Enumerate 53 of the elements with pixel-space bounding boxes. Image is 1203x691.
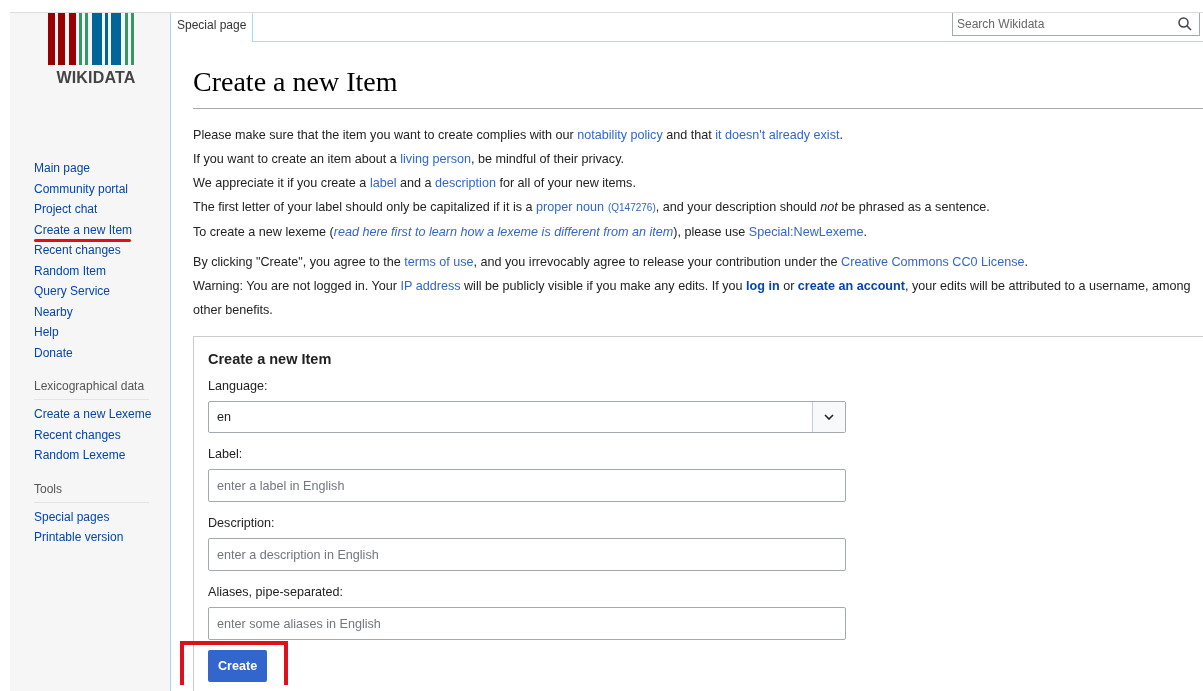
field-label: Label: [208, 447, 244, 461]
text-line: To create a new lexeme (read here first to learn how a lexeme is different from an item), please use Special:NewLexeme. [193, 224, 869, 241]
link[interactable]: label [369, 176, 397, 190]
sidebar-link[interactable]: Query Service [34, 284, 111, 298]
sidebar-link[interactable]: Create a new Lexeme [34, 407, 152, 421]
text-line: We appreciate it if you create a label and a description for all of your new items. [193, 175, 637, 192]
sidebar-link[interactable]: Recent changes [34, 243, 121, 257]
sidebar-link[interactable]: Help [34, 325, 59, 339]
sidebar-link[interactable]: Printable version [34, 530, 124, 544]
text-line: Warning: You are not logged in. Your IP address will be publicly visible if you make any edits. If you log in or create an account, your edits will be attributed to a username, among [193, 278, 1192, 295]
link[interactable]: read here first to learn how a lexeme is different from an item [333, 225, 674, 239]
link[interactable]: terms of use [404, 255, 474, 269]
input-field[interactable]: enter a description in English [208, 538, 846, 571]
sidebar-link[interactable]: Nearby [34, 304, 73, 319]
field-label: Description: [208, 516, 276, 530]
link[interactable]: IP address [400, 279, 461, 293]
create-button[interactable]: Create [208, 650, 268, 682]
sidebar-link[interactable]: Special pages [34, 509, 110, 524]
link[interactable]: Special:NewLexeme [748, 225, 864, 239]
link[interactable]: notability policy [577, 128, 663, 142]
search-icon[interactable] [1178, 17, 1192, 31]
input-field[interactable]: enter some aliases in English [208, 607, 846, 640]
search-field[interactable]: Search Wikidata [952, 13, 1200, 36]
sidebar-link[interactable]: Random Lexeme [34, 448, 126, 462]
link[interactable]: description [435, 176, 496, 190]
page-title: Create a new Item [193, 66, 1203, 109]
sidebar-link[interactable]: Recent changes [34, 427, 121, 442]
language-dropdown[interactable]: en [208, 401, 846, 433]
sidebar-heading: Lexicographical data [34, 379, 149, 400]
sidebar-link[interactable]: Create a new Item [34, 222, 133, 237]
chevron-down-icon[interactable] [824, 414, 834, 420]
form-heading: Create a new Item [208, 351, 333, 367]
sidebar-link[interactable]: Main page [34, 161, 91, 175]
field-label: Aliases, pipe-separated: [208, 585, 345, 599]
link[interactable]: log in [746, 279, 780, 293]
link[interactable]: create an account [797, 279, 905, 293]
text-line: other benefits. [193, 302, 274, 319]
text-line: The first letter of your label should only be capitalized if it is a proper noun (Q147276), and your description should not be phrased as a sentence. [193, 199, 991, 216]
link[interactable]: living person [400, 152, 471, 166]
text-line: If you want to create an item about a living person, be mindful of their privacy. [193, 151, 625, 168]
field-label: Language: [208, 379, 269, 393]
sidebar-heading: Tools [34, 481, 149, 503]
sidebar-link[interactable]: Project chat [34, 202, 98, 216]
text-line: Please make sure that the item you want to create complies with our notability policy and that it doesn't already exist. [193, 127, 844, 144]
sidebar-link[interactable]: Community portal [34, 181, 129, 196]
sidebar-link[interactable]: Random Item [34, 263, 107, 278]
input-field[interactable]: enter a label in English [208, 469, 846, 502]
link[interactable]: (Q147276) [607, 202, 656, 213]
sidebar-link[interactable]: Donate [34, 345, 73, 360]
link[interactable]: proper noun [536, 200, 604, 214]
text-line: By clicking "Create", you agree to the terms of use, and you irrevocably agree to release your contribution under the Creative Commons CC0 License. [193, 254, 1029, 271]
tab[interactable]: Special page [171, 13, 254, 42]
logo-wordmark: WIKIDATA [56, 69, 136, 87]
